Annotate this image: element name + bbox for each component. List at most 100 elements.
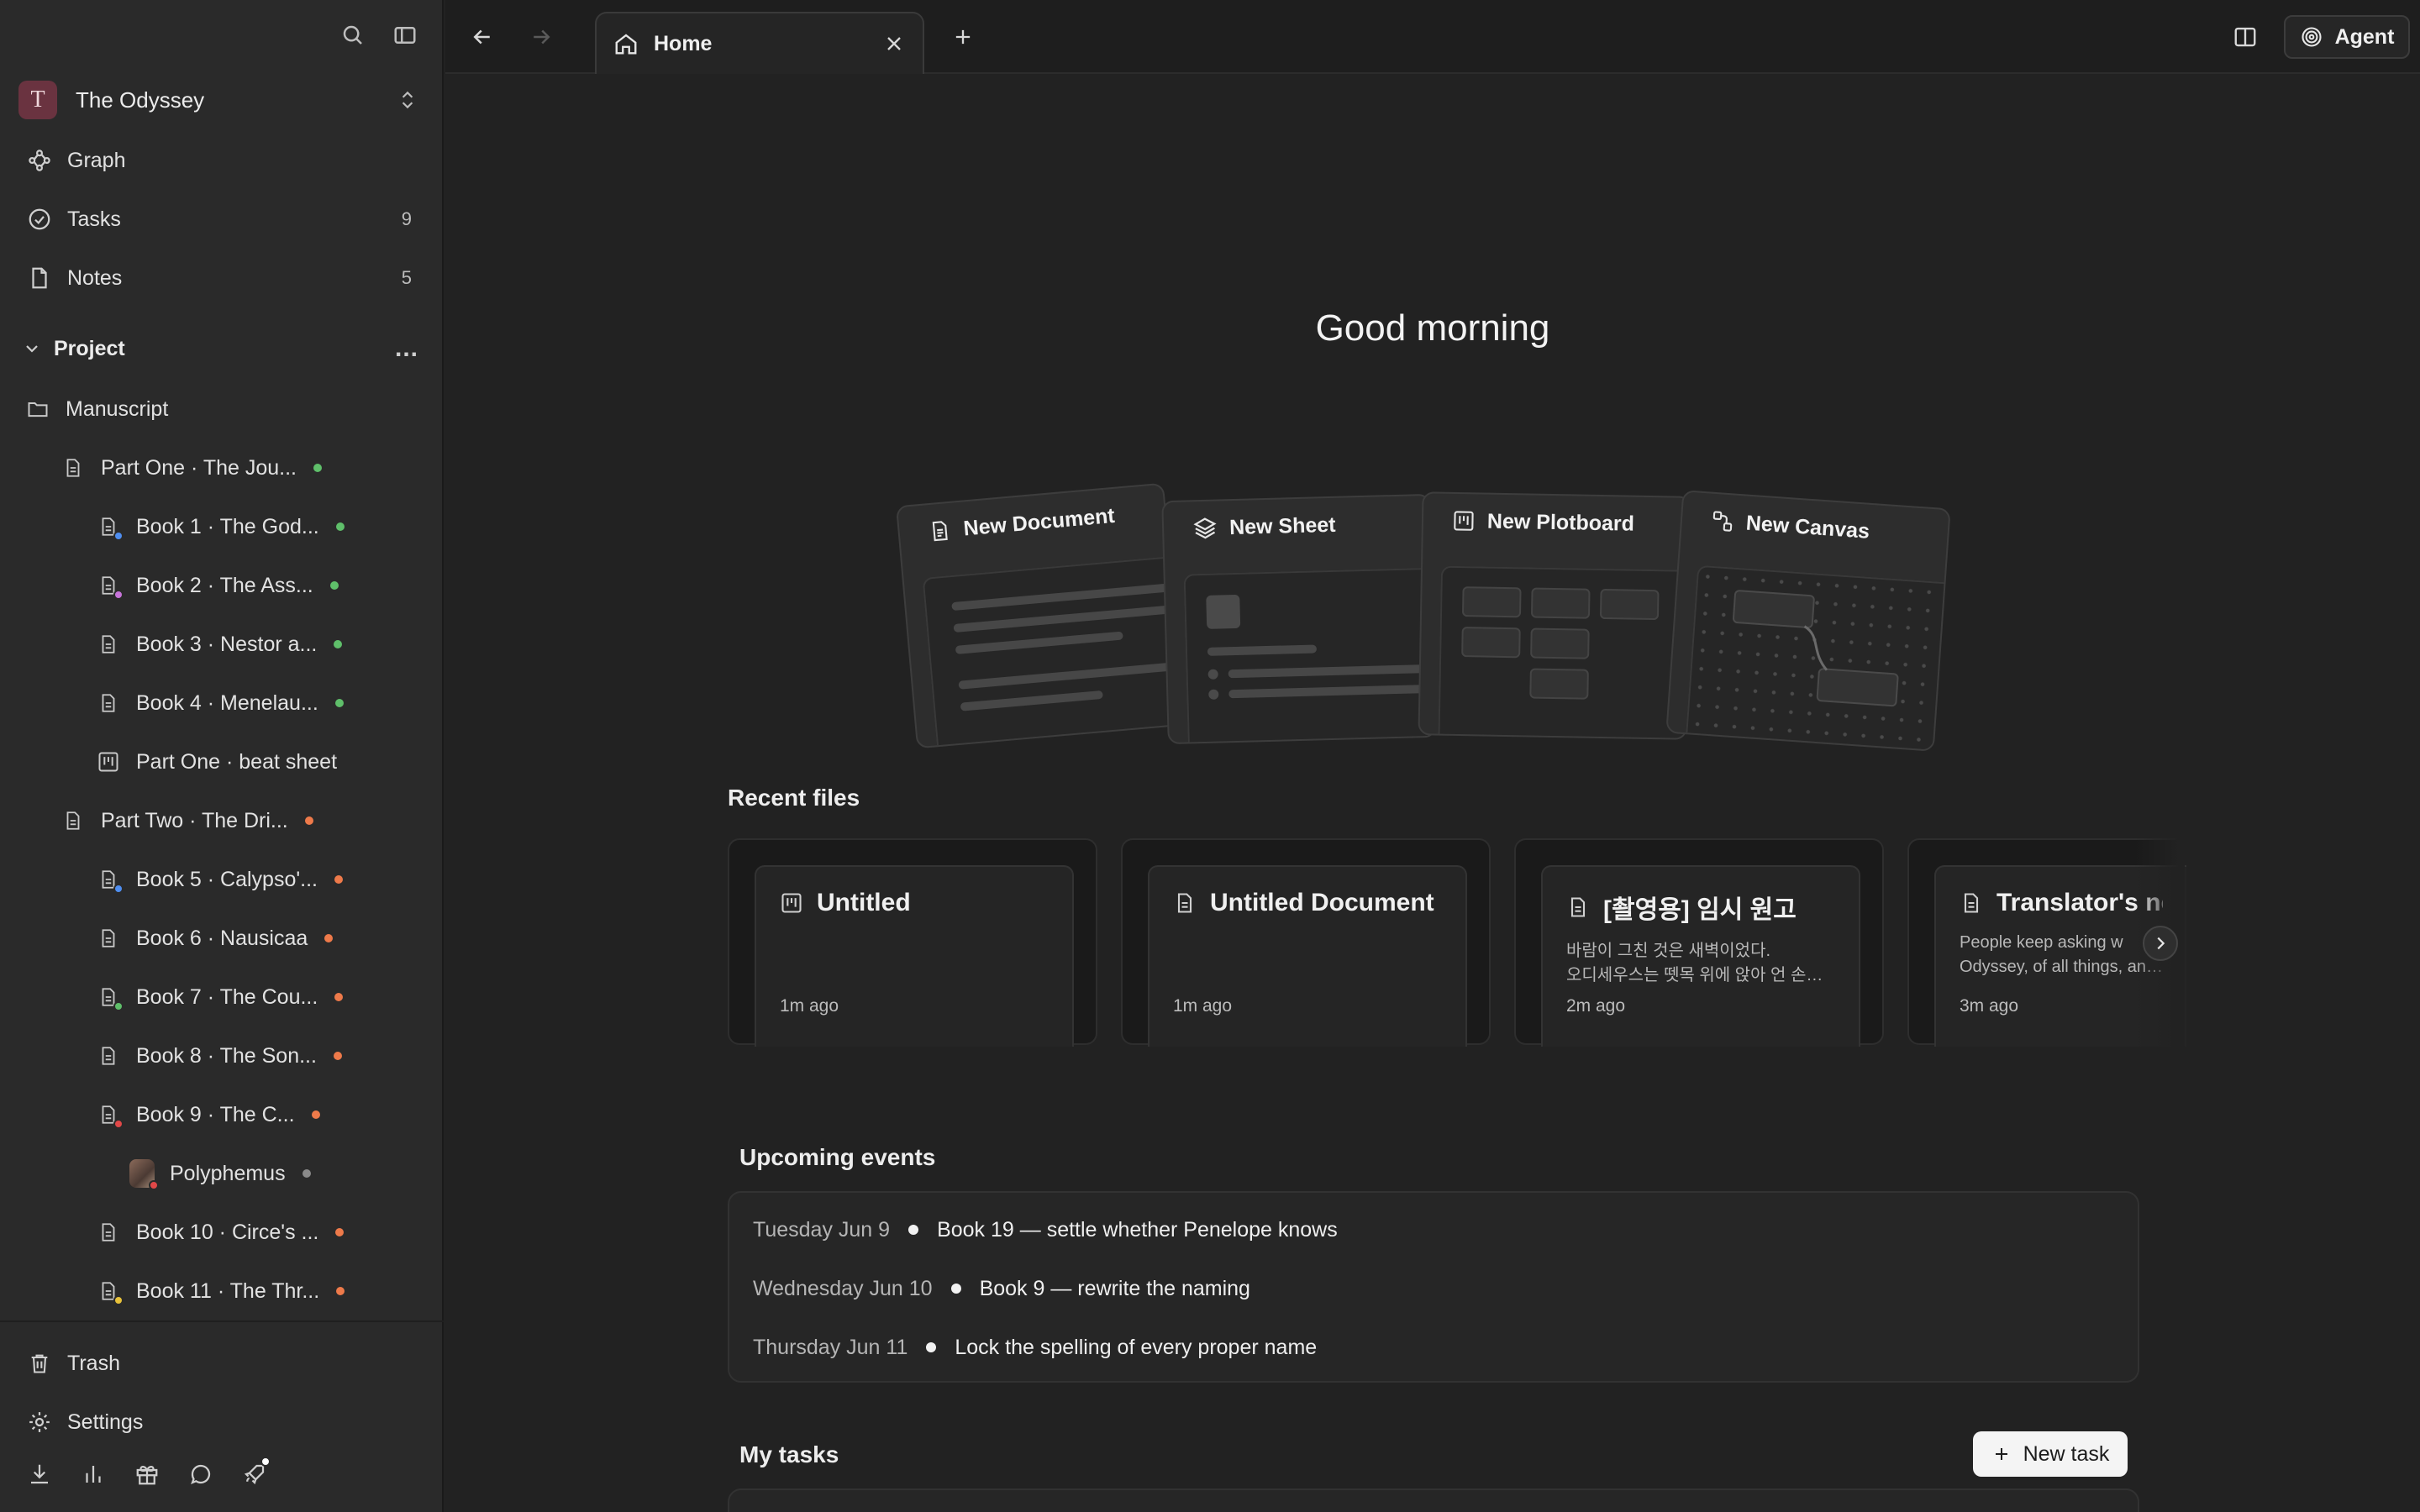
recent-file-card[interactable]: [촬영용] 임시 원고 바람이 그친 것은 새벽이었다. 오디세우스는 뗏목 위에…: [1514, 838, 1884, 1047]
status-dot: [336, 1287, 345, 1295]
document-icon: [1566, 895, 1590, 920]
tree-item-book-6[interactable]: Book 6 · Nausicaa: [96, 917, 334, 959]
tree-item-book-9[interactable]: Book 9 · The C...: [96, 1094, 320, 1136]
carousel-next-button[interactable]: [2143, 926, 2178, 961]
document-icon: [1173, 890, 1197, 916]
new-sheet-card[interactable]: New Sheet: [1161, 493, 1437, 745]
event-item[interactable]: Thursday Jun 11 Lock the spelling of eve…: [753, 1331, 1317, 1364]
recent-files-title: Recent files: [728, 785, 860, 811]
recent-file-card[interactable]: Untitled 1m ago: [728, 838, 1097, 1047]
tasks-list: [728, 1488, 2139, 1512]
event-dot: [950, 1284, 961, 1294]
event-item[interactable]: Tuesday Jun 9 Book 19 — settle whether P…: [753, 1213, 1338, 1247]
tree-item-beat-sheet[interactable]: Part One · beat sheet: [96, 741, 337, 783]
tree-item-book-2[interactable]: Book 2 · The Ass...: [96, 564, 339, 606]
sidebar: T The Odyssey Graph Tasks 9 Notes 5 Proj…: [0, 0, 444, 1512]
upcoming-events-title: Upcoming events: [739, 1144, 936, 1170]
rocket-icon[interactable]: [240, 1457, 271, 1488]
project-section-header[interactable]: Project ...: [22, 329, 418, 368]
document-icon: [96, 630, 121, 659]
agent-button[interactable]: Agent: [2284, 15, 2410, 59]
tree-item-label: Part Two · The Dri...: [101, 808, 288, 832]
new-document-card[interactable]: New Document: [895, 482, 1186, 749]
tree-item-part-one[interactable]: Part One · The Jou...: [60, 447, 322, 489]
collapse-sidebar-icon[interactable]: [392, 22, 418, 49]
new-plotboard-label: New Plotboard: [1486, 509, 1635, 536]
new-task-label: New task: [2023, 1441, 2110, 1466]
forward-button[interactable]: [524, 20, 558, 54]
tree-item-book-5[interactable]: Book 5 · Calypso'...: [96, 858, 343, 900]
new-plotboard-card[interactable]: New Plotboard: [1418, 491, 1691, 740]
file-title: [촬영용] 임시 원고: [1603, 896, 1797, 924]
document-icon: [96, 1277, 124, 1305]
workspace-avatar: T: [18, 81, 57, 119]
tree-item-label: Book 9 · The C...: [136, 1102, 295, 1126]
event-date: Thursday Jun 11: [753, 1335, 908, 1359]
document-icon: [96, 571, 124, 600]
nav-trash[interactable]: Trash: [25, 1342, 412, 1384]
status-dot: [333, 1052, 342, 1060]
plus-icon: [1991, 1444, 2012, 1464]
plotboard-icon: [780, 891, 803, 915]
download-icon[interactable]: [25, 1460, 54, 1488]
workspace-switcher[interactable]: T The Odyssey: [18, 81, 425, 119]
document-icon: [96, 924, 121, 953]
search-icon[interactable]: [339, 22, 366, 49]
home-icon: [613, 31, 639, 56]
status-dot: [304, 816, 313, 825]
tree-item-book-8[interactable]: Book 8 · The Son...: [96, 1035, 342, 1077]
nav-notes[interactable]: Notes 5: [25, 257, 412, 299]
document-icon: [96, 1042, 121, 1070]
new-tab-button[interactable]: [946, 20, 980, 54]
status-dot: [335, 522, 345, 531]
check-circle-icon: [25, 207, 54, 232]
split-view-button[interactable]: [2228, 20, 2262, 54]
tree-item-label: Book 5 · Calypso'...: [136, 867, 318, 891]
tab-home[interactable]: Home: [595, 12, 924, 74]
tree-item-manuscript[interactable]: Manuscript: [25, 388, 168, 430]
new-canvas-card[interactable]: New Canvas: [1665, 490, 1951, 752]
status-dot: [311, 1110, 320, 1119]
tree-item-book-11[interactable]: Book 11 · The Thr...: [96, 1270, 345, 1312]
event-dot: [908, 1225, 919, 1235]
tree-item-part-two[interactable]: Part Two · The Dri...: [60, 800, 313, 842]
layers-icon: [1192, 516, 1218, 542]
nav-tasks[interactable]: Tasks 9: [25, 198, 412, 240]
nav-settings[interactable]: Settings: [25, 1401, 412, 1443]
back-button[interactable]: [466, 20, 499, 54]
status-dot: [329, 581, 339, 590]
plotboard-icon: [96, 748, 121, 776]
tree-item-book-10[interactable]: Book 10 · Circe's ...: [96, 1211, 345, 1253]
event-dot: [926, 1342, 937, 1352]
file-preview: People keep asking w Odyssey, of all thin…: [1960, 933, 2163, 976]
document-icon: [96, 983, 124, 1011]
nav-graph[interactable]: Graph: [25, 139, 412, 181]
event-title: Book 9 — rewrite the naming: [979, 1276, 1250, 1300]
nav-graph-label: Graph: [67, 148, 126, 172]
folder-icon: [25, 395, 50, 423]
status-dot: [302, 1169, 311, 1178]
recent-file-card[interactable]: Untitled Document 1m ago: [1121, 838, 1491, 1047]
tree-item-polyphemus[interactable]: Polyphemus: [129, 1152, 311, 1194]
events-list: Tuesday Jun 9 Book 19 — settle whether P…: [728, 1191, 2139, 1383]
gift-icon[interactable]: [133, 1460, 161, 1488]
tree-item-book-3[interactable]: Book 3 · Nestor a...: [96, 623, 343, 665]
event-item[interactable]: Wednesday Jun 10 Book 9 — rewrite the na…: [753, 1272, 1250, 1305]
note-icon: [25, 265, 54, 291]
tree-item-book-1[interactable]: Book 1 · The God...: [96, 506, 345, 548]
new-task-button[interactable]: New task: [1973, 1431, 2128, 1477]
document-preview: [922, 556, 1183, 746]
agent-icon: [2300, 25, 2323, 49]
more-options-icon[interactable]: ...: [395, 334, 418, 363]
stats-icon[interactable]: [79, 1460, 108, 1488]
sidebar-bottom-actions: [25, 1457, 271, 1488]
tree-item-label: Book 2 · The Ass...: [136, 573, 313, 597]
graph-icon: [25, 148, 54, 173]
tree-item-book-4[interactable]: Book 4 · Menelau...: [96, 682, 344, 724]
close-icon[interactable]: [882, 32, 906, 60]
chat-icon[interactable]: [187, 1460, 215, 1488]
file-title: Untitled Document: [1210, 889, 1434, 916]
tasks-count: 9: [401, 208, 412, 229]
tree-item-book-7[interactable]: Book 7 · The Cou...: [96, 976, 344, 1018]
gear-icon: [25, 1410, 54, 1435]
